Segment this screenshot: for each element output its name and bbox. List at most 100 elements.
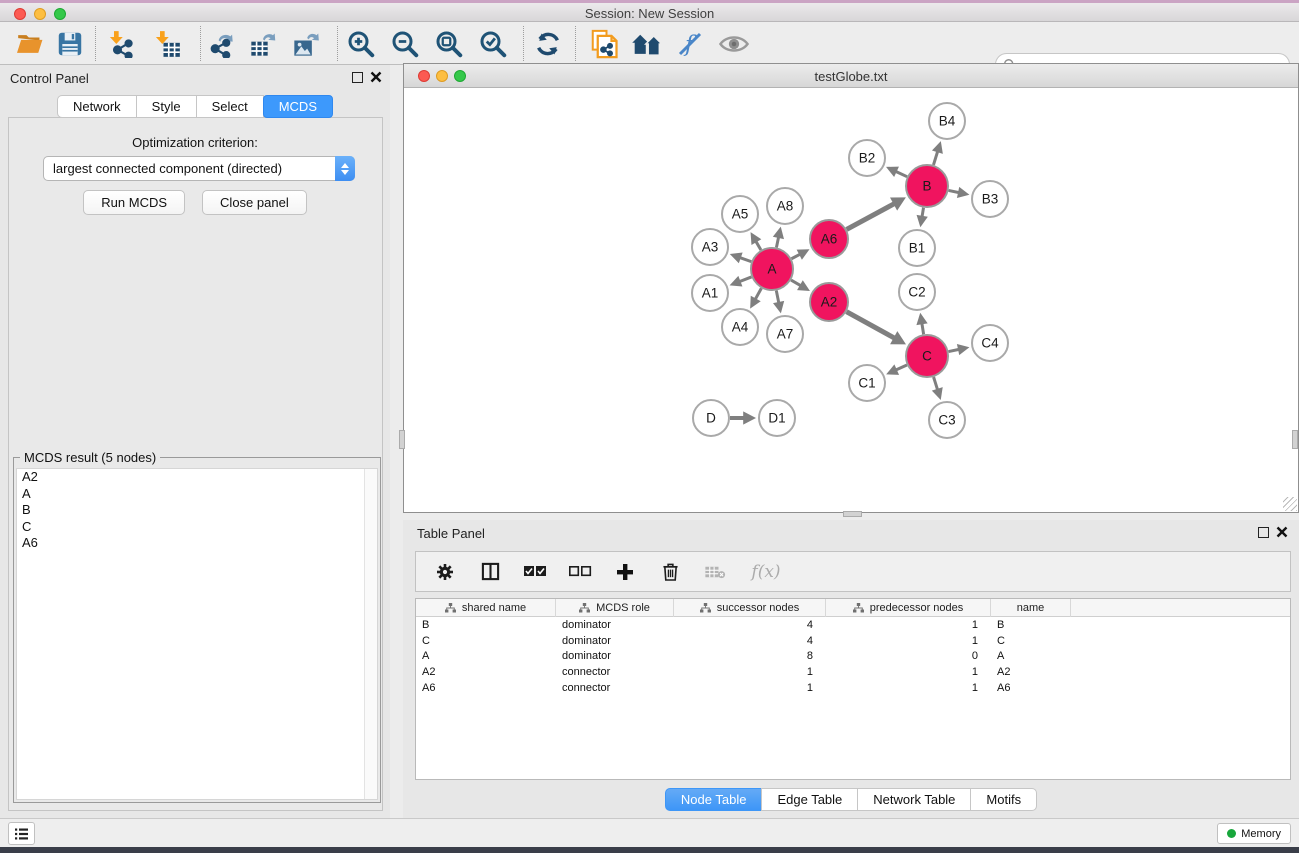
cell-name[interactable]: A6: [991, 682, 1071, 694]
graph-node-D1[interactable]: D1: [759, 400, 795, 436]
cell-successor-nodes[interactable]: 8: [674, 650, 826, 662]
tab-style[interactable]: Style: [136, 95, 197, 118]
graph-node-B1[interactable]: B1: [899, 230, 935, 266]
mcds-result-item[interactable]: C: [17, 519, 377, 536]
cell-shared-name[interactable]: A: [416, 650, 556, 662]
cell-name[interactable]: A2: [991, 666, 1071, 678]
mcds-list-scrollbar[interactable]: [364, 469, 377, 799]
splitter-handle-right[interactable]: [1292, 430, 1298, 449]
export-table-button[interactable]: [245, 27, 281, 60]
table-row[interactable]: Bdominator41B: [416, 617, 1290, 633]
tab-motifs[interactable]: Motifs: [970, 788, 1037, 811]
close-panel-button[interactable]: Close panel: [202, 190, 307, 215]
hide-labels-button[interactable]: f: [672, 27, 708, 60]
graph-node-C4[interactable]: C4: [972, 325, 1008, 361]
tab-node-table[interactable]: Node Table: [665, 788, 763, 811]
column-header-shared-name[interactable]: shared name: [416, 599, 556, 617]
graph-node-A2[interactable]: A2: [810, 283, 848, 321]
cell-successor-nodes[interactable]: 1: [674, 682, 826, 694]
column-header-name[interactable]: name: [991, 599, 1071, 617]
zoom-in-button[interactable]: [343, 27, 379, 60]
float-table-panel-icon[interactable]: [1258, 527, 1269, 538]
export-image-button[interactable]: [288, 27, 324, 60]
cell-name[interactable]: C: [991, 635, 1071, 647]
cell-MCDS-role[interactable]: connector: [556, 666, 674, 678]
cell-predecessor-nodes[interactable]: 1: [826, 682, 991, 694]
tab-select[interactable]: Select: [196, 95, 264, 118]
table-settings-button[interactable]: [433, 560, 457, 584]
mcds-result-item[interactable]: A6: [17, 535, 377, 552]
graph-node-B4[interactable]: B4: [929, 103, 965, 139]
delete-column-button[interactable]: [658, 560, 682, 584]
zoom-fit-button[interactable]: [431, 27, 467, 60]
import-network-button[interactable]: [103, 27, 139, 60]
table-row[interactable]: A6connector11A6: [416, 680, 1290, 696]
close-panel-icon[interactable]: [370, 71, 382, 83]
graph-node-A6[interactable]: A6: [810, 220, 848, 258]
home-button[interactable]: [629, 27, 665, 60]
new-session-from-network-button[interactable]: [586, 27, 622, 60]
refresh-button[interactable]: [530, 27, 566, 60]
memory-button[interactable]: Memory: [1217, 823, 1291, 844]
cell-MCDS-role[interactable]: dominator: [556, 619, 674, 631]
cell-MCDS-role[interactable]: connector: [556, 682, 674, 694]
graph-node-C3[interactable]: C3: [929, 402, 965, 438]
graph-node-A7[interactable]: A7: [767, 316, 803, 352]
command-panel-button[interactable]: [8, 822, 35, 845]
table-row[interactable]: Cdominator41C: [416, 633, 1290, 649]
deselect-all-button[interactable]: [568, 560, 592, 584]
column-header-MCDS-role[interactable]: MCDS role: [556, 599, 674, 617]
cell-successor-nodes[interactable]: 1: [674, 666, 826, 678]
mcds-result-item[interactable]: A2: [17, 469, 377, 486]
graph-node-D[interactable]: D: [693, 400, 729, 436]
import-table-button[interactable]: [149, 27, 185, 60]
graph-node-A1[interactable]: A1: [692, 275, 728, 311]
resize-grip[interactable]: [1283, 497, 1297, 511]
cell-MCDS-role[interactable]: dominator: [556, 650, 674, 662]
graph-node-B[interactable]: B: [906, 165, 948, 207]
graph-node-A8[interactable]: A8: [767, 188, 803, 224]
eye-button[interactable]: [716, 27, 752, 60]
splitter-handle-left[interactable]: [399, 430, 405, 449]
optimization-criterion-select[interactable]: largest connected component (directed): [43, 156, 355, 181]
graph-node-A4[interactable]: A4: [722, 309, 758, 345]
open-session-button[interactable]: [12, 27, 48, 60]
graph-node-A[interactable]: A: [751, 248, 793, 290]
cell-shared-name[interactable]: C: [416, 635, 556, 647]
run-mcds-button[interactable]: Run MCDS: [83, 190, 185, 215]
cell-successor-nodes[interactable]: 4: [674, 635, 826, 647]
delete-table-button[interactable]: [703, 560, 727, 584]
graph-node-A5[interactable]: A5: [722, 196, 758, 232]
graph-node-C1[interactable]: C1: [849, 365, 885, 401]
tab-network-table[interactable]: Network Table: [857, 788, 971, 811]
graph-node-A3[interactable]: A3: [692, 229, 728, 265]
tab-network[interactable]: Network: [57, 95, 137, 118]
cell-name[interactable]: A: [991, 650, 1071, 662]
splitter-handle-bottom[interactable]: [843, 511, 862, 517]
graph-node-C2[interactable]: C2: [899, 274, 935, 310]
cell-MCDS-role[interactable]: dominator: [556, 635, 674, 647]
mcds-result-item[interactable]: A: [17, 486, 377, 503]
save-session-button[interactable]: [52, 27, 88, 60]
cell-predecessor-nodes[interactable]: 1: [826, 666, 991, 678]
cell-shared-name[interactable]: B: [416, 619, 556, 631]
table-row[interactable]: A2connector11A2: [416, 664, 1290, 680]
tab-mcds[interactable]: MCDS: [263, 95, 333, 118]
cell-shared-name[interactable]: A6: [416, 682, 556, 694]
zoom-out-button[interactable]: [387, 27, 423, 60]
zoom-selected-button[interactable]: [475, 27, 511, 60]
cell-name[interactable]: B: [991, 619, 1071, 631]
select-all-button[interactable]: [523, 560, 547, 584]
cell-shared-name[interactable]: A2: [416, 666, 556, 678]
mcds-result-item[interactable]: B: [17, 502, 377, 519]
close-table-panel-icon[interactable]: [1276, 526, 1288, 538]
cell-predecessor-nodes[interactable]: 0: [826, 650, 991, 662]
add-column-button[interactable]: [613, 560, 637, 584]
cell-predecessor-nodes[interactable]: 1: [826, 635, 991, 647]
show-columns-button[interactable]: [478, 560, 502, 584]
mcds-result-list[interactable]: A2ABCA6: [16, 468, 378, 800]
network-canvas[interactable]: B4B2BB3A8A5A6A3B1AC2A1A2A4A7C4CC1C3DD1: [404, 89, 1298, 512]
graph-node-C[interactable]: C: [906, 335, 948, 377]
float-panel-icon[interactable]: [352, 72, 363, 83]
cell-successor-nodes[interactable]: 4: [674, 619, 826, 631]
